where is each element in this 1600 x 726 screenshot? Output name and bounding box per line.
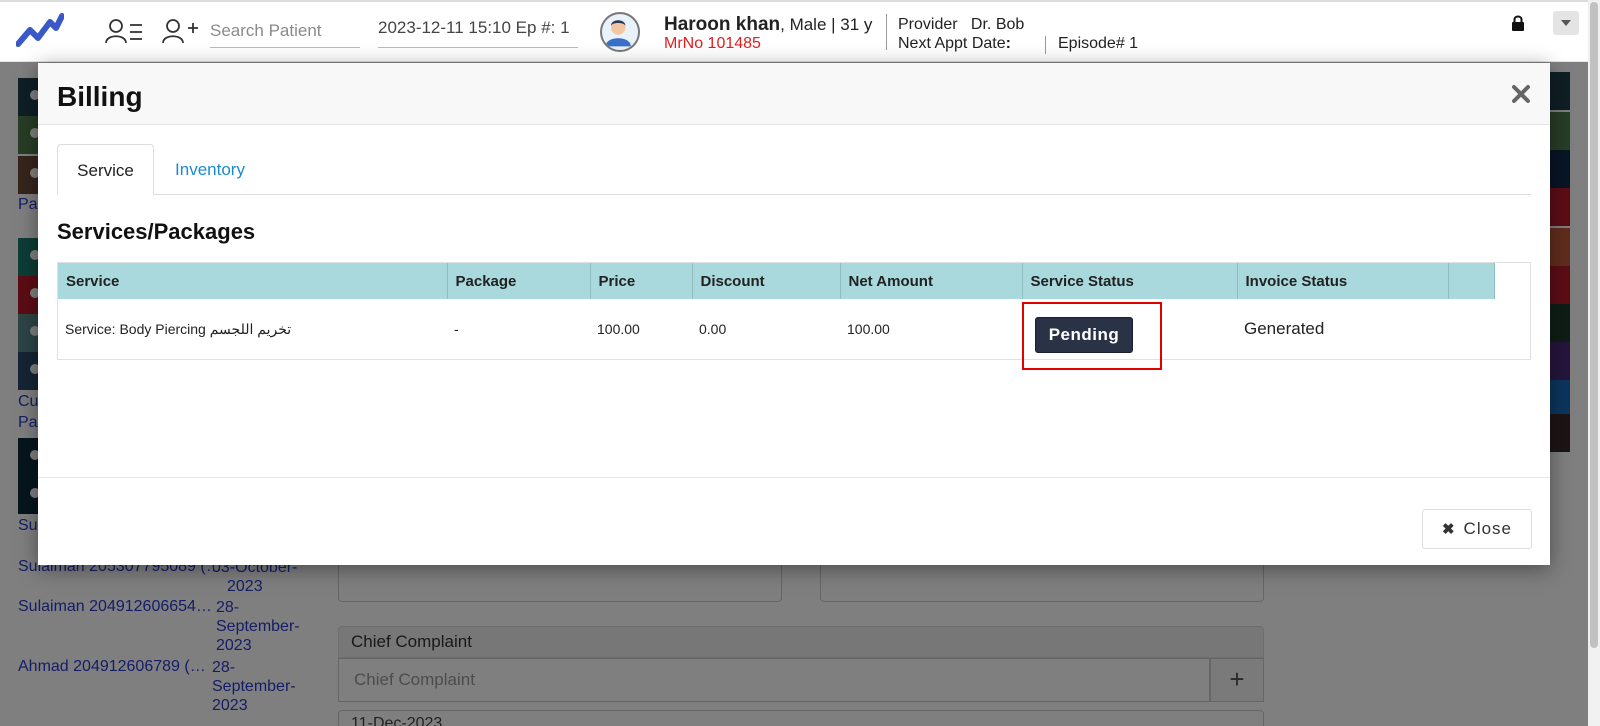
episode-label: Episode# 1 — [1058, 35, 1139, 52]
patient-name-line: Haroon khan, Male | 31 y — [664, 14, 872, 36]
mrno: MrNo 101485 — [664, 35, 761, 52]
add-patient-icon[interactable] — [160, 16, 200, 46]
lock-icon[interactable] — [1510, 14, 1526, 32]
column-header[interactable]: Invoice Status — [1237, 263, 1449, 299]
action-cell — [1448, 299, 1494, 359]
search-patient-input[interactable] — [210, 14, 360, 48]
net-amount-cell: 100.00 — [847, 321, 890, 337]
provider-line: Provider Dr. Bob — [898, 16, 1024, 34]
column-header[interactable]: Price — [590, 263, 693, 299]
discount-cell: 0.00 — [699, 321, 727, 337]
next-appt-line: Next Appt Date: — [898, 35, 1011, 53]
modal-footer: ✖ Close — [38, 477, 1550, 565]
table-row: Service: Body Piercing تخريم اللجسم - 10… — [58, 299, 1494, 370]
column-header[interactable]: Net Amount — [840, 263, 1023, 299]
price-cell: 100.00 — [597, 321, 640, 337]
top-header: 2023-12-11 15:10 Ep #: 1 Haroon khan, Ma… — [0, 0, 1588, 62]
column-header[interactable]: Discount — [692, 263, 841, 299]
column-header[interactable]: Service Status — [1022, 263, 1238, 299]
section-title: Services/Packages — [57, 219, 256, 244]
close-x-icon: ✖ — [1441, 521, 1456, 538]
pending-status-button[interactable]: Pending — [1035, 317, 1133, 353]
page-scrollbar[interactable] — [1588, 0, 1600, 726]
modal-title: Billing — [57, 81, 143, 112]
package-cell: - — [454, 321, 459, 337]
column-header[interactable]: Package — [447, 263, 591, 299]
provider-label: Provider — [898, 16, 958, 33]
table-header-row: Service Package Price Discount Net Amoun… — [58, 263, 1495, 299]
close-label: Close — [1463, 519, 1513, 538]
chevron-down-icon[interactable] — [1553, 11, 1579, 35]
service-cell: Service: Body Piercing تخريم اللجسم — [65, 320, 292, 337]
column-header — [1448, 263, 1495, 299]
patient-details: , Male | 31 y — [780, 15, 873, 34]
tab-service[interactable]: Service — [57, 144, 154, 195]
invoice-status-cell: Generated — [1244, 319, 1325, 338]
column-header[interactable]: Service — [58, 263, 448, 299]
next-appt-label: Next Appt Date — [898, 35, 1006, 52]
next-appt-colon: : — [1005, 35, 1011, 52]
close-button[interactable]: ✖ Close — [1422, 509, 1532, 549]
divider — [1045, 36, 1046, 54]
service-status-cell: Pending — [1022, 299, 1237, 370]
services-table: Service Package Price Discount Net Amoun… — [57, 262, 1531, 370]
divider — [886, 14, 887, 50]
episode-field[interactable]: 2023-12-11 15:10 Ep #: 1 — [378, 14, 578, 48]
provider-value: Dr. Bob — [970, 16, 1025, 33]
scrollbar-thumb[interactable] — [1590, 2, 1598, 648]
billing-modal: Billing Service Inventory Services/Packa… — [38, 63, 1550, 565]
patient-name[interactable]: Haroon khan — [664, 14, 780, 35]
patient-list-icon[interactable] — [104, 16, 144, 46]
close-icon[interactable] — [1510, 83, 1532, 105]
tab-bar: Service Inventory — [57, 144, 1531, 195]
modal-header: Billing — [38, 63, 1550, 125]
avatar-icon[interactable] — [600, 12, 640, 52]
chart-logo-icon[interactable] — [16, 12, 64, 48]
tab-inventory[interactable]: Inventory — [154, 144, 266, 195]
